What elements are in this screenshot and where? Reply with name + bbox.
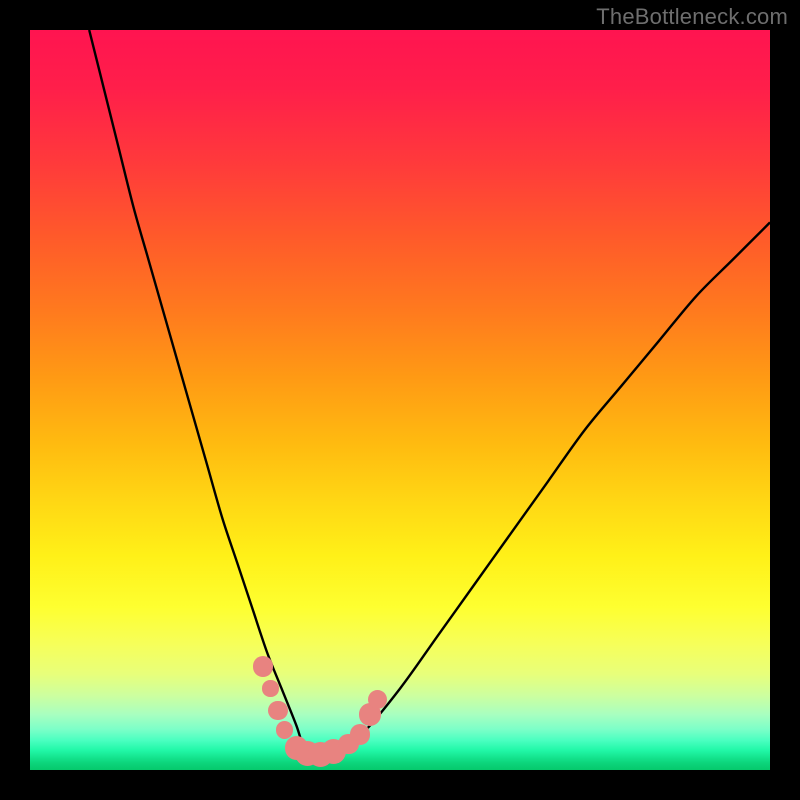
chart-frame: TheBottleneck.com [0, 0, 800, 800]
bottleneck-curve [30, 30, 770, 770]
watermark: TheBottleneck.com [596, 4, 788, 30]
data-point [253, 656, 274, 677]
data-point [268, 701, 287, 720]
data-point [262, 680, 278, 696]
plot-area [30, 30, 770, 770]
data-point [350, 724, 371, 745]
